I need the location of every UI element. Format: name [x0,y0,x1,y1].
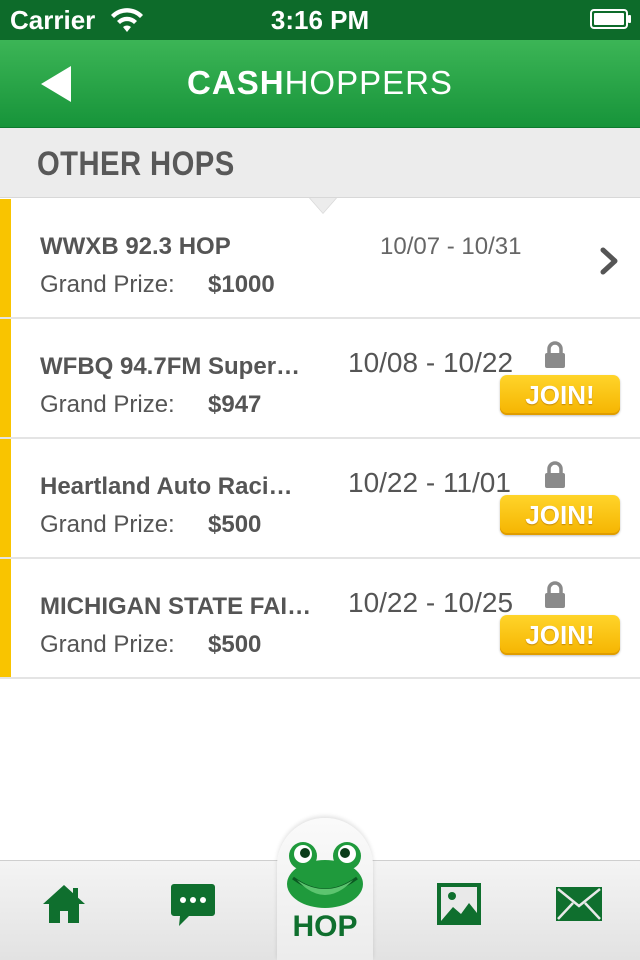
row-accent [0,439,11,557]
hop-name: MICHIGAN STATE FAI… [40,593,312,620]
hop-row[interactable]: WFBQ 94.7FM Super… Grand Prize: $947 10/… [0,319,640,439]
brand-hoppers: HOPPERS [284,64,453,101]
prize-label: Grand Prize: [40,271,175,298]
hop-dates: 10/07 - 10/31 [380,233,522,260]
mail-icon [556,887,602,921]
hop-name: WFBQ 94.7FM Super… [40,353,301,380]
hop-row[interactable]: Heartland Auto Raci… Grand Prize: $500 1… [0,439,640,559]
hop-dates: 10/22 - 10/25 [348,587,514,618]
section-title: OTHER HOPS [37,145,235,183]
tab-photos[interactable] [414,861,504,960]
hop-name: Heartland Auto Raci… [40,473,293,500]
tab-home[interactable] [20,861,110,960]
prize-value: $947 [208,391,262,418]
chat-icon [171,884,215,926]
join-button[interactable]: JOIN! [500,615,620,655]
home-icon [43,885,85,923]
tab-messages[interactable] [148,861,238,960]
chevron-right-icon [600,247,618,275]
tab-mail[interactable] [534,861,624,960]
nav-bar: CASHHOPPERS [0,40,640,128]
prize-value: $500 [208,511,262,538]
hop-dates: 10/08 - 10/22 [348,347,514,378]
prize-label: Grand Prize: [40,391,175,418]
row-accent [0,319,11,437]
row-accent [0,199,11,317]
battery-icon [590,9,631,29]
frog-icon [287,842,363,908]
brand-cash: CASH [187,64,285,101]
hop-tab-button[interactable]: HOP [277,818,373,960]
lock-icon [545,581,565,608]
prize-value: $500 [208,631,262,658]
prize-label: Grand Prize: [40,511,175,538]
row-accent [0,559,11,677]
section-notch [310,198,336,213]
photo-icon [437,883,481,925]
prize-label: Grand Prize: [40,631,175,658]
app-logo: CASHHOPPERS [0,64,640,102]
hop-name: WWXB 92.3 HOP [40,233,231,260]
section-header: OTHER HOPS [0,128,640,198]
hop-dates: 10/22 - 11/01 [348,467,511,498]
join-button[interactable]: JOIN! [500,495,620,535]
hop-row[interactable]: WWXB 92.3 HOP Grand Prize: $1000 10/07 -… [0,199,640,319]
hop-tab-label: HOP [292,910,358,943]
hop-row[interactable]: MICHIGAN STATE FAI… Grand Prize: $500 10… [0,559,640,679]
lock-icon [545,341,565,368]
status-bar: Carrier 3:16 PM [0,0,640,40]
hop-list: WWXB 92.3 HOP Grand Prize: $1000 10/07 -… [0,199,640,679]
join-button[interactable]: JOIN! [500,375,620,415]
prize-value: $1000 [208,271,275,298]
lock-icon [545,461,565,488]
clock: 3:16 PM [270,5,370,35]
